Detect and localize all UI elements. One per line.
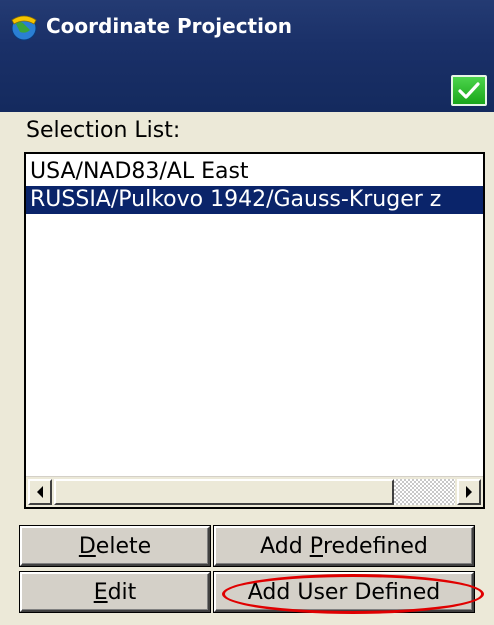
scroll-left-button[interactable] <box>28 479 52 505</box>
list-item-selected[interactable]: RUSSIA/Pulkovo 1942/Gauss-Kruger z <box>26 186 483 214</box>
app-globe-icon <box>11 15 37 41</box>
add-user-defined-label: Add User Defined <box>247 579 441 605</box>
projection-listbox[interactable]: USA/NAD83/AL East RUSSIA/Pulkovo 1942/Ga… <box>24 152 485 509</box>
title-bar: Coordinate Projection <box>0 0 494 112</box>
scroll-thumb[interactable] <box>54 479 394 505</box>
scroll-right-button[interactable] <box>457 479 481 505</box>
add-predefined-prefix: Add <box>260 533 310 559</box>
list-item[interactable]: USA/NAD83/AL East <box>26 158 483 186</box>
delete-accel: D <box>78 533 96 559</box>
right-arrow-icon <box>466 486 472 498</box>
edit-label: dit <box>107 579 137 605</box>
window-title: Coordinate Projection <box>46 14 292 38</box>
selection-list-label: Selection List: <box>26 118 181 143</box>
add-predefined-accel: P <box>309 533 323 559</box>
add-predefined-button[interactable]: Add Predefined <box>214 526 474 566</box>
ok-button[interactable] <box>451 75 487 106</box>
edit-accel: E <box>93 579 108 605</box>
scroll-track[interactable] <box>394 479 455 505</box>
add-predefined-label: redefined <box>322 533 428 559</box>
horizontal-scrollbar[interactable] <box>26 476 483 507</box>
left-arrow-icon <box>37 486 43 498</box>
edit-button[interactable]: Edit <box>20 572 210 612</box>
checkmark-icon <box>458 81 480 99</box>
delete-label: elete <box>95 533 152 559</box>
add-user-defined-button[interactable]: Add User Defined <box>214 572 474 612</box>
delete-button[interactable]: Delete <box>20 526 210 566</box>
